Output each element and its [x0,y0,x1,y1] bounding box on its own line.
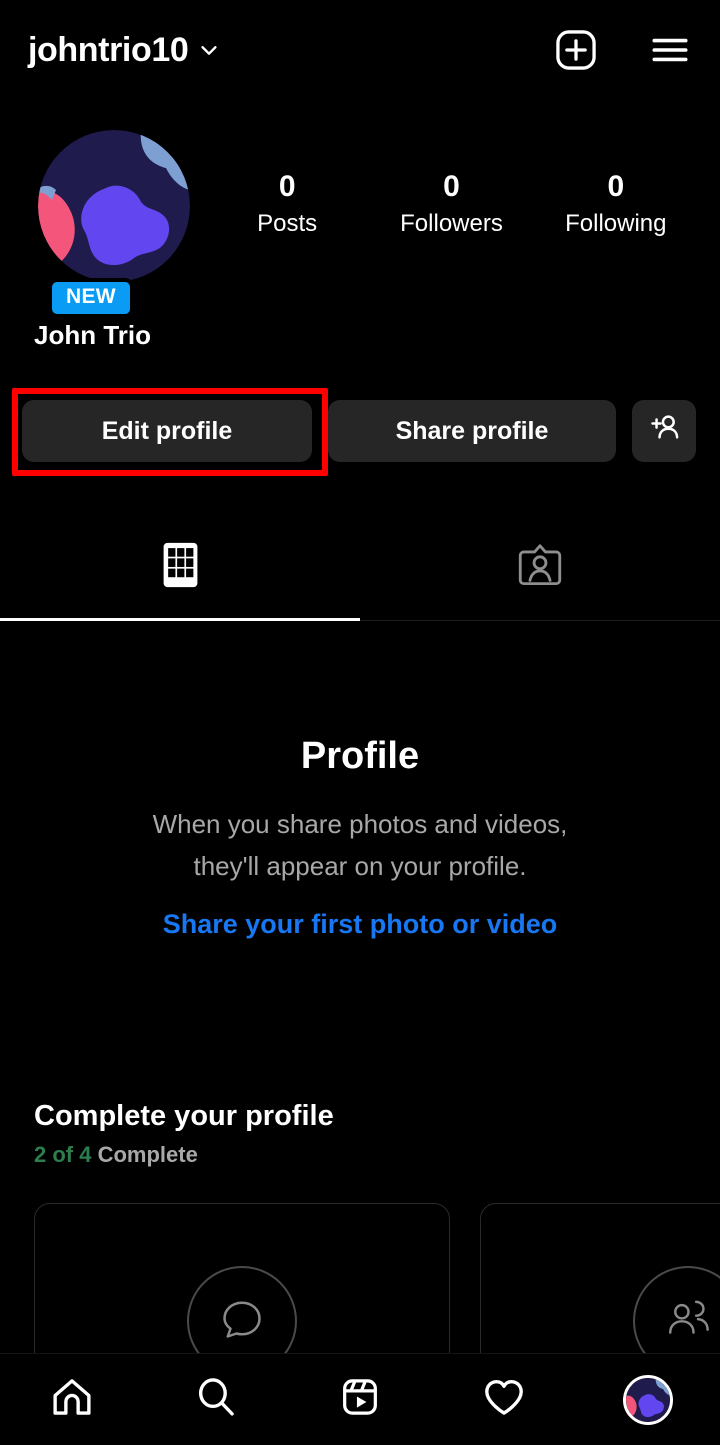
home-icon [49,1374,95,1425]
tagged-person-icon [517,541,563,595]
top-bar: johntrio10 [0,0,720,100]
stat-label: Followers [400,209,503,237]
stat-label: Following [565,209,667,237]
stat-label: Posts [257,209,318,237]
profile-header: NEW 0 Posts 0 Followers 0 Following [0,130,720,319]
tab-grid[interactable] [0,515,360,621]
username-label: johntrio10 [28,30,189,69]
stat-value: 0 [607,170,625,203]
profile-avatar-icon [623,1374,673,1425]
reels-icon [337,1374,383,1425]
progress-count: 2 of 4 [34,1142,92,1167]
profile-actions: Edit profile Share profile [0,400,720,462]
share-first-photo-link[interactable]: Share your first photo or video [163,909,558,940]
people-group-icon [661,1294,715,1348]
complete-profile-section: Complete your profile 2 of 4 Complete [34,1100,720,1168]
hamburger-menu-icon[interactable] [648,28,692,72]
instagram-profile-screen: johntrio10 NEW 0 Posts 0 Followers 0 Fol… [0,0,720,1445]
display-name: John Trio [34,320,151,350]
stat-posts[interactable]: 0 Posts [205,168,369,238]
nav-activity[interactable] [432,1374,576,1425]
new-badge: NEW [48,278,134,319]
add-person-icon [647,411,681,452]
speech-bubble-icon [217,1294,267,1349]
grid-icon [158,539,203,596]
empty-state-description-line1: When you share photos and videos, [152,809,568,839]
empty-state-title: Profile [300,735,420,777]
nav-profile[interactable] [576,1374,720,1425]
stat-value: 0 [443,170,460,203]
complete-profile-title: Complete your profile [34,1100,334,1132]
stat-following[interactable]: 0 Following [534,168,698,238]
top-bar-actions [554,28,692,72]
stat-value: 0 [278,170,296,203]
share-profile-button[interactable]: Share profile [328,400,616,462]
plus-square-icon[interactable] [554,28,598,72]
nav-home[interactable] [0,1374,144,1425]
stat-followers[interactable]: 0 Followers [369,168,533,238]
add-person-button[interactable] [632,400,696,462]
empty-state: Profile When you share photos and videos… [0,735,720,940]
nav-search[interactable] [144,1374,288,1425]
profile-stats: 0 Posts 0 Followers 0 Following [205,130,720,238]
heart-icon [481,1374,527,1425]
nav-reels[interactable] [288,1374,432,1425]
tab-tagged[interactable] [360,515,720,620]
edit-profile-button[interactable]: Edit profile [22,400,312,462]
bottom-navigation-bar [0,1353,720,1445]
profile-tabs [0,515,720,621]
search-icon [193,1374,239,1425]
chevron-down-icon [198,39,220,61]
progress-suffix: Complete [97,1142,198,1167]
empty-state-description: When you share photos and videos, they'l… [0,804,720,887]
complete-profile-progress: 2 of 4 Complete [34,1142,720,1168]
profile-avatar[interactable] [38,130,190,282]
empty-state-description-line2: they'll appear on your profile. [193,850,527,881]
avatar-column: NEW [0,130,205,319]
account-switcher[interactable]: johntrio10 [28,31,220,70]
